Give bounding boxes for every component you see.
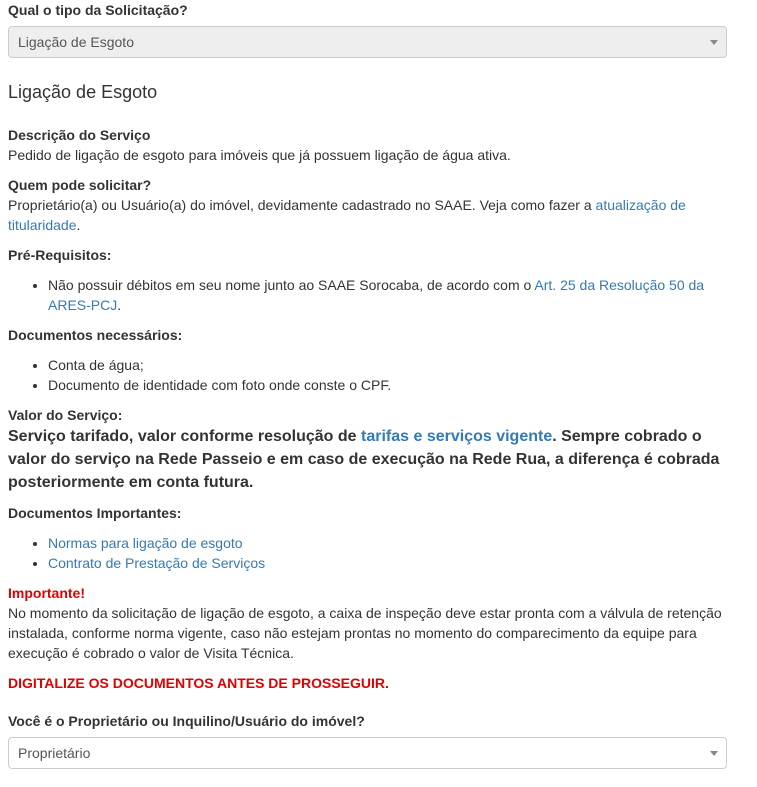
docs-list: Conta de água; Documento de identidade c…	[8, 355, 708, 395]
important-docs-section: Documentos Importantes: Normas para liga…	[8, 503, 708, 573]
list-item: Documento de identidade com foto onde co…	[48, 375, 708, 395]
description-section: Descrição do Serviço Pedido de ligação d…	[8, 125, 708, 165]
value-section: Valor do Serviço: Serviço tarifado, valo…	[8, 405, 728, 494]
important-docs-list: Normas para ligação de esgoto Contrato d…	[8, 533, 708, 573]
docs-heading: Documentos necessários:	[8, 327, 183, 343]
prereq-list: Não possuir débitos em seu nome junto ao…	[8, 275, 708, 315]
list-item: Contrato de Prestação de Serviços	[48, 553, 708, 573]
prereq-heading: Pré-Requisitos:	[8, 247, 112, 263]
who-text-end: .	[76, 217, 81, 233]
request-type-label: Qual o tipo da Solicitação?	[8, 2, 188, 18]
value-text: Serviço tarifado, valor conforme resoluç…	[8, 425, 728, 494]
scan-warning: DIGITALIZE OS DOCUMENTOS ANTES DE PROSSE…	[8, 675, 389, 691]
prereq-section: Pré-Requisitos: Não possuir débitos em s…	[8, 245, 708, 315]
list-item: Normas para ligação de esgoto	[48, 533, 708, 553]
owner-select[interactable]: Proprietário	[8, 737, 727, 769]
owner-question-label: Você é o Proprietário ou Inquilino/Usuár…	[8, 713, 365, 729]
value-heading: Valor do Serviço:	[8, 407, 123, 423]
value-text-part: Serviço tarifado, valor conforme resoluç…	[8, 428, 361, 445]
service-title: Ligação de Esgoto	[8, 82, 158, 102]
service-contract-link[interactable]: Contrato de Prestação de Serviços	[48, 555, 265, 571]
chevron-down-icon	[710, 751, 718, 756]
who-text-part: Proprietário(a) ou Usuário(a) do imóvel,…	[8, 197, 596, 213]
owner-select-value: Proprietário	[18, 745, 91, 761]
description-heading: Descrição do Serviço	[8, 127, 151, 143]
who-heading: Quem pode solicitar?	[8, 177, 152, 193]
request-type-value: Ligação de Esgoto	[18, 34, 134, 50]
docs-section: Documentos necessários: Conta de água; D…	[8, 325, 708, 395]
important-text: No momento da solicitação de ligação de …	[8, 605, 722, 661]
important-docs-heading: Documentos Importantes:	[8, 505, 182, 521]
tariffs-link[interactable]: tarifas e serviços vigente	[361, 428, 552, 445]
request-form: Qual o tipo da Solicitação? Ligação de E…	[0, 0, 757, 787]
prereq-text-end: .	[117, 297, 122, 313]
description-text: Pedido de ligação de esgoto para imóveis…	[8, 147, 511, 163]
list-item: Não possuir débitos em seu nome junto ao…	[48, 275, 708, 315]
who-section: Quem pode solicitar? Proprietário(a) ou …	[8, 175, 708, 235]
request-type-select[interactable]: Ligação de Esgoto	[8, 26, 727, 58]
list-item: Conta de água;	[48, 355, 708, 375]
important-heading: Importante!	[8, 585, 85, 601]
sewage-rules-link[interactable]: Normas para ligação de esgoto	[48, 535, 243, 551]
prereq-text: Não possuir débitos em seu nome junto ao…	[48, 277, 535, 293]
important-section: Importante! No momento da solicitação de…	[8, 583, 728, 663]
who-text: Proprietário(a) ou Usuário(a) do imóvel,…	[8, 195, 708, 235]
chevron-down-icon	[710, 40, 718, 45]
